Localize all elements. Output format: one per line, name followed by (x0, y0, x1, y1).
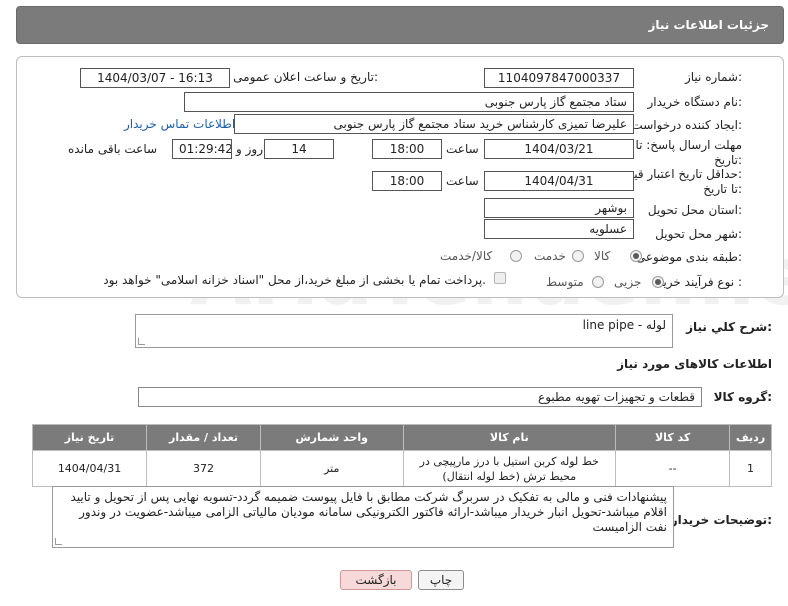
buyer-org-label: نام دستگاه خریدار: (647, 95, 743, 109)
buyer-notes-value: پیشنهادات فنی و مالی به تفکیک در سربرگ ش… (70, 490, 667, 534)
announce-date-label: تاریخ و ساعت اعلان عمومی: (233, 70, 378, 84)
delivery-city-label: شهر محل تحویل: (655, 227, 742, 241)
delivery-province-field: بوشهر (484, 198, 634, 218)
row-date: 1404/04/31 (31, 450, 148, 487)
delivery-province-label: استان محل تحویل: (647, 203, 742, 217)
row-unit: متر (260, 450, 404, 487)
treasury-payment-note: پرداخت تمام یا بخشی از مبلغ خرید،از محل … (103, 273, 486, 287)
treasury-payment-checkbox[interactable] (494, 272, 506, 284)
category-option-goods: کالا (594, 249, 611, 263)
print-button[interactable]: چاپ (418, 570, 464, 590)
reply-deadline-label-2: تاریخ: (714, 153, 742, 167)
row-index: 1 (729, 450, 772, 487)
reply-deadline-label: مهلت ارسال پاسخ: تا (635, 138, 742, 152)
table-header-row: ردیف کد کالا نام کالا واحد شمارش تعداد /… (31, 424, 772, 451)
reply-date-field: 1404/03/21 (484, 139, 634, 159)
buyer-contact-link[interactable]: اطلاعات تماس خریدار (124, 117, 235, 131)
resize-handle-icon[interactable] (138, 338, 145, 345)
requester-label: ایجاد کننده درخواست: (631, 118, 742, 132)
reply-time-label: ساعت (446, 142, 479, 156)
description-textarea[interactable]: لوله - line pipe (135, 314, 673, 348)
buyer-notes-textarea[interactable]: پیشنهادات فنی و مالی به تفکیک در سربرگ ش… (52, 486, 674, 548)
category-radio-service[interactable] (572, 250, 584, 262)
col-index-header: ردیف (729, 424, 772, 451)
back-button[interactable]: بازگشت (340, 570, 412, 590)
category-option-both: کالا/خدمت (440, 249, 493, 263)
price-date-field: 1404/04/31 (484, 171, 634, 191)
col-date-header: تاریخ نیاز (31, 424, 148, 451)
purchase-option-medium: متوسط (546, 275, 584, 289)
table-row: 1 -- خط لوله کربن استیل با درز مارپیچی د… (31, 450, 772, 487)
goods-group-label: گروه کالا: (713, 390, 772, 404)
purchase-option-minor: جزیی (614, 275, 642, 289)
delivery-city-field: عسلویه (484, 219, 634, 239)
resize-handle-icon[interactable] (55, 538, 62, 545)
remaining-time-field: 01:29:42 (172, 139, 232, 159)
price-validity-label: حداقل تاریخ اعتبار قیمت: (615, 167, 742, 181)
purchase-radio-medium[interactable] (592, 276, 604, 288)
remaining-days-field: 14 (264, 139, 334, 159)
page-title: جزئیات اطلاعات نیاز (648, 18, 769, 32)
col-code-header: کد کالا (615, 424, 731, 451)
row-code: -- (615, 450, 731, 487)
description-value: لوله - line pipe (582, 318, 666, 332)
row-name: خط لوله کربن استیل با درز مارپیچی در محی… (402, 450, 617, 487)
goods-section-title: اطلاعات کالاهای مورد نیاز (617, 357, 772, 371)
remaining-time-label: ساعت باقی مانده (68, 142, 158, 156)
price-time-label: ساعت (446, 174, 479, 188)
category-radio-both[interactable] (510, 250, 522, 262)
col-name-header: نام کالا (402, 424, 617, 451)
goods-group-field: قطعات و تجهیزات تهویه مطبوع (138, 387, 702, 407)
requester-field: علیرضا تمیزی کارشناس خرید ستاد مجتمع گاز… (234, 114, 634, 134)
row-qty: 372 (146, 450, 262, 487)
category-label: طبقه بندی موضوعی: (635, 250, 742, 264)
buyer-org-field: ستاد مجتمع گاز پارس جنوبی (184, 92, 634, 112)
page-header: جزئیات اطلاعات نیاز (16, 6, 784, 44)
purchase-radio-minor[interactable] (652, 276, 664, 288)
category-option-service: خدمت (534, 249, 566, 263)
reply-time-field: 18:00 (372, 139, 442, 159)
purchase-process-label: نوع فرآیند خرید : (657, 275, 742, 289)
goods-table: ردیف کد کالا نام کالا واحد شمارش تعداد /… (31, 424, 772, 487)
col-unit-header: واحد شمارش (260, 424, 404, 451)
days-label: روز و (236, 142, 263, 156)
need-number-field: 1104097847000337 (484, 68, 634, 88)
description-label: شرح کلي نياز: (686, 320, 772, 334)
price-validity-label-2: تا تاریخ: (703, 182, 742, 196)
col-qty-header: تعداد / مقدار (146, 424, 262, 451)
need-number-label: شماره نیاز: (684, 70, 742, 84)
buyer-notes-label: توضیحات خریدار: (670, 513, 772, 527)
announce-date-field: 1404/03/07 - 16:13 (80, 68, 230, 88)
price-time-field: 18:00 (372, 171, 442, 191)
category-radio-goods[interactable] (630, 250, 642, 262)
